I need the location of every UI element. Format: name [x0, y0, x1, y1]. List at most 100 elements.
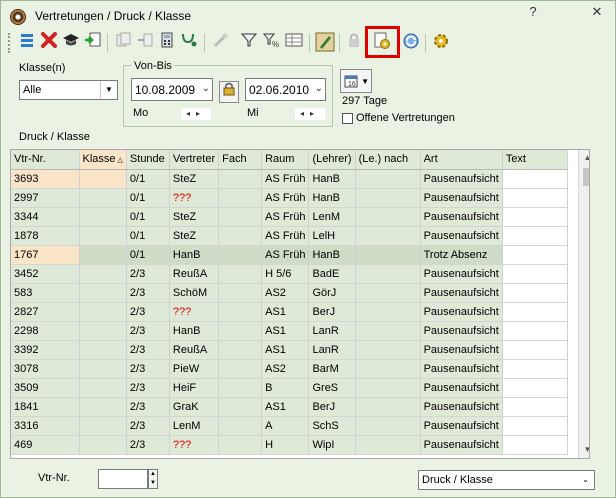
cell-raum: AS1	[261, 321, 310, 341]
cell-text[interactable]	[502, 169, 568, 189]
cell-text[interactable]	[502, 321, 568, 341]
cell-vtr-nr: 3078	[11, 359, 80, 379]
column-header-text[interactable]: Text	[502, 150, 568, 170]
column-header-vtr-nr[interactable]: Vtr-Nr.	[11, 150, 80, 170]
table-row[interactable]: 3392 2/3 ReußA AS1 LanR Pausenaufsicht	[11, 340, 568, 360]
app-icon	[10, 9, 26, 25]
import-icon[interactable]	[82, 32, 104, 54]
cell-text[interactable]	[502, 245, 568, 265]
table-row[interactable]: 3452 2/3 ReußA H 5/6 BadE Pausenaufsicht	[11, 264, 568, 284]
calendar-button[interactable]: 16 ▼	[340, 69, 372, 93]
cell-vtr-nr: 3509	[11, 378, 80, 398]
format-select[interactable]: Druck / Klasse ⌄	[418, 470, 595, 490]
bis-date-input[interactable]: 02.06.2010 ⌄	[245, 78, 326, 101]
close-button[interactable]: ✕	[585, 3, 609, 23]
chevron-down-icon[interactable]: ⌄	[202, 83, 210, 94]
cell-lehrer: HanB	[308, 188, 356, 208]
chevron-down-icon[interactable]: ▼	[361, 77, 369, 86]
klasse-select[interactable]: Alle ▼	[19, 80, 118, 100]
cell-lehrer: LanR	[308, 321, 356, 341]
table-row[interactable]: 3316 2/3 LenM A SchS Pausenaufsicht	[11, 416, 568, 436]
toolbar-grip[interactable]	[8, 33, 11, 53]
table-row[interactable]: 2827 2/3??? AS1 BerJ Pausenaufsicht	[11, 302, 568, 322]
lock-range-button[interactable]	[219, 81, 239, 103]
cell-text[interactable]	[502, 416, 568, 436]
calculator-icon[interactable]	[156, 32, 178, 54]
cell-raum: AS2	[261, 283, 310, 303]
filter-icon[interactable]	[238, 32, 260, 54]
cell-klasse	[79, 302, 127, 322]
table-row[interactable]: 3078 2/3 PieW AS2 BarM Pausenaufsicht	[11, 359, 568, 379]
percent-filter-icon[interactable]: %	[260, 32, 282, 54]
cell-text[interactable]	[502, 378, 568, 398]
offene-checkbox[interactable]	[342, 113, 353, 124]
vertical-scrollbar[interactable]: ▲ ▼	[578, 150, 589, 458]
cell-text[interactable]	[502, 207, 568, 227]
cell-text[interactable]	[502, 226, 568, 246]
cell-stunde: 2/3	[126, 340, 170, 360]
cell-art: Pausenaufsicht	[420, 435, 503, 455]
cell-raum: B	[261, 378, 310, 398]
chevron-down-icon[interactable]: ⌄	[315, 83, 323, 94]
scroll-up-icon[interactable]: ▲	[579, 150, 589, 166]
graduate-icon[interactable]	[60, 32, 82, 54]
cell-lehrer: BerJ	[308, 397, 356, 417]
vtr-nr-spinner[interactable]: ▲ ▼	[148, 469, 158, 489]
cell-text[interactable]	[502, 188, 568, 208]
cell-fach	[218, 397, 263, 417]
cell-vertreter: ???	[169, 188, 220, 208]
column-header-raum[interactable]: Raum	[261, 150, 310, 170]
table-row[interactable]: 2298 2/3 HanB AS1 LanR Pausenaufsicht	[11, 321, 568, 341]
table-row[interactable]: 469 2/3??? H WipI Pausenaufsicht	[11, 435, 568, 455]
column-header-lehrer[interactable]: (Lehrer)	[308, 150, 356, 170]
cell-text[interactable]	[502, 264, 568, 284]
days-count: 297 Tage	[342, 95, 388, 107]
vtr-nr-input[interactable]	[98, 469, 148, 489]
column-header-stunde[interactable]: Stunde	[126, 150, 170, 170]
cell-vertreter: PieW	[169, 359, 220, 379]
table-row[interactable]: 1841 2/3 GraK AS1 BerJ Pausenaufsicht	[11, 397, 568, 417]
table-row[interactable]: 3509 2/3 HeiF B GreS Pausenaufsicht	[11, 378, 568, 398]
cell-text[interactable]	[502, 283, 568, 303]
von-date-value: 10.08.2009	[135, 83, 196, 97]
cell-text[interactable]	[502, 435, 568, 455]
table-row[interactable]: 3693 0/1 SteZ AS Früh HanB Pausenaufsicht	[11, 169, 568, 189]
cell-stunde: 0/1	[126, 169, 170, 189]
scroll-down-icon[interactable]: ▼	[579, 442, 589, 458]
von-spinner[interactable]: ◂▸	[181, 108, 211, 120]
scroll-thumb[interactable]	[583, 168, 589, 186]
cell-le-nach	[355, 397, 421, 417]
column-header-art[interactable]: Art	[420, 150, 503, 170]
cell-text[interactable]	[502, 302, 568, 322]
column-header-fach[interactable]: Fach	[218, 150, 263, 170]
cell-klasse	[79, 245, 127, 265]
delete-icon[interactable]	[38, 32, 60, 54]
cell-text[interactable]	[502, 340, 568, 360]
cell-text[interactable]	[502, 397, 568, 417]
chevron-down-icon[interactable]: ⌄	[577, 471, 594, 489]
table-row[interactable]: 583 2/3 SchöM AS2 GörJ Pausenaufsicht	[11, 283, 568, 303]
toolbar-separator	[204, 34, 205, 52]
refresh-icon[interactable]	[400, 32, 422, 54]
data-grid: Vtr-Nr. Klasse △ Stunde Vertreter Fach Raum (Le…	[10, 149, 590, 459]
grid-view-icon[interactable]	[283, 32, 305, 54]
cell-fach	[218, 283, 263, 303]
cell-text[interactable]	[502, 359, 568, 379]
bis-day: Mi	[247, 107, 259, 119]
list-icon[interactable]	[16, 32, 38, 54]
von-date-input[interactable]: 10.08.2009 ⌄	[131, 78, 213, 101]
column-header-le-nach[interactable]: (Le.) nach	[355, 150, 421, 170]
column-header-label: Raum	[265, 153, 295, 166]
column-header-vertreter[interactable]: Vertreter	[169, 150, 220, 170]
edit-icon[interactable]	[314, 32, 336, 54]
table-row[interactable]: 1878 0/1 SteZ AS Früh LelH Pausenaufsicht	[11, 226, 568, 246]
stethoscope-icon[interactable]	[178, 32, 200, 54]
gear-icon[interactable]	[430, 32, 452, 54]
bis-spinner[interactable]: ◂▸	[295, 108, 325, 120]
table-row[interactable]: 1767 0/1 HanB AS Früh HanB Trotz Absenz	[11, 245, 568, 265]
help-button[interactable]: ?	[521, 3, 545, 23]
table-row[interactable]: 2997 0/1??? AS Früh HanB Pausenaufsicht	[11, 188, 568, 208]
chevron-down-icon[interactable]: ▼	[100, 81, 117, 99]
column-header-klasse[interactable]: Klasse △	[79, 150, 127, 170]
table-row[interactable]: 3344 0/1 SteZ AS Früh LenM Pausenaufsicht	[11, 207, 568, 227]
